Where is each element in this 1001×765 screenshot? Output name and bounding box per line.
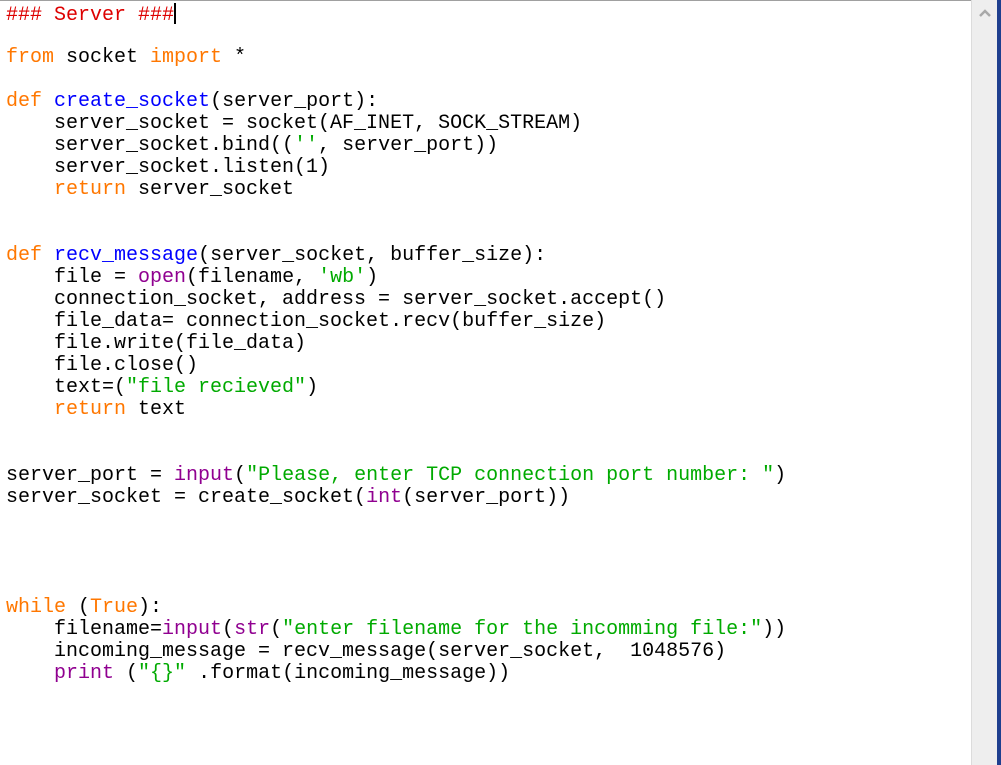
token-keyword: while xyxy=(6,596,67,619)
code-line[interactable]: file = open(filename, 'wb') xyxy=(6,267,786,289)
token-text: server_socket = socket(AF_INET, SOCK_STR… xyxy=(6,112,583,135)
token-text: incoming_message = recv_message(server_s… xyxy=(6,640,727,663)
code-line[interactable]: ### Server ### xyxy=(6,3,786,27)
code-line[interactable]: file.close() xyxy=(6,355,786,377)
token-text: (server_socket, buffer_size): xyxy=(198,244,547,267)
token-defname: recv_message xyxy=(54,244,199,267)
code-line[interactable]: server_socket.listen(1) xyxy=(6,157,786,179)
token-string: "{}" xyxy=(138,662,187,685)
code-line[interactable]: file_data= connection_socket.recv(buffer… xyxy=(6,311,786,333)
token-text: (server_port)) xyxy=(402,486,571,509)
token-text: file.close() xyxy=(6,354,199,377)
token-builtin: int xyxy=(366,486,403,509)
code-line[interactable]: text=("file recieved") xyxy=(6,377,786,399)
token-text: * xyxy=(222,46,247,69)
chevron-up-icon xyxy=(978,9,991,17)
token-text: connection_socket, address = server_sock… xyxy=(6,288,667,311)
code-line[interactable] xyxy=(6,531,786,553)
code-line[interactable]: from socket import * xyxy=(6,47,786,69)
token-text: ( xyxy=(234,464,247,487)
code-line[interactable]: return text xyxy=(6,399,786,421)
token-keyword: def xyxy=(6,244,43,267)
code-line[interactable]: while (True): xyxy=(6,597,786,619)
code-line[interactable]: server_socket = socket(AF_INET, SOCK_STR… xyxy=(6,113,786,135)
code-line[interactable]: connection_socket, address = server_sock… xyxy=(6,289,786,311)
token-text: socket xyxy=(54,46,151,69)
code-line[interactable] xyxy=(6,509,786,531)
token-text: filename= xyxy=(6,618,163,641)
token-text: file.write(file_data) xyxy=(6,332,307,355)
token-keyword: return xyxy=(54,178,127,201)
token-string: 'wb' xyxy=(318,266,367,289)
token-text: ( xyxy=(222,618,235,641)
code-line[interactable]: filename=input(str("enter filename for t… xyxy=(6,619,786,641)
token-text: .format(incoming_message)) xyxy=(186,662,511,685)
code-line[interactable] xyxy=(6,223,786,245)
code-line[interactable] xyxy=(6,443,786,465)
token-string: "file recieved" xyxy=(126,376,307,399)
code-line[interactable] xyxy=(6,575,786,597)
token-defname: create_socket xyxy=(54,90,211,113)
vertical-scrollbar[interactable] xyxy=(971,0,997,765)
code-line[interactable]: server_socket.bind(('', server_port)) xyxy=(6,135,786,157)
code-line[interactable]: file.write(file_data) xyxy=(6,333,786,355)
code-line[interactable]: incoming_message = recv_message(server_s… xyxy=(6,641,786,663)
token-keyword: True xyxy=(90,596,139,619)
token-text: text xyxy=(126,398,187,421)
code-line[interactable]: server_port = input("Please, enter TCP c… xyxy=(6,465,786,487)
token-text: ) xyxy=(366,266,379,289)
window-edge xyxy=(997,0,1001,765)
code-line[interactable] xyxy=(6,69,786,91)
token-text: ): xyxy=(138,596,163,619)
token-text: ) xyxy=(306,376,319,399)
token-keyword: import xyxy=(150,46,223,69)
token-text: server_socket.listen(1) xyxy=(6,156,331,179)
code-line[interactable] xyxy=(6,201,786,223)
code-line[interactable]: def create_socket(server_port): xyxy=(6,91,786,113)
code-line[interactable]: server_socket = create_socket(int(server… xyxy=(6,487,786,509)
code-text-area[interactable]: ### Server ### from socket import * def … xyxy=(6,3,786,685)
token-string: '' xyxy=(294,134,319,157)
scroll-up-arrow-icon[interactable] xyxy=(972,0,997,26)
code-line[interactable] xyxy=(6,421,786,443)
code-editor[interactable]: ### Server ### from socket import * def … xyxy=(0,0,971,765)
code-line[interactable]: return server_socket xyxy=(6,179,786,201)
token-builtin: print xyxy=(54,662,115,685)
token-text: server_socket = create_socket( xyxy=(6,486,367,509)
token-string: "Please, enter TCP connection port numbe… xyxy=(246,464,775,487)
token-text: (server_port): xyxy=(210,90,379,113)
token-text: file_data= connection_socket.recv(buffer… xyxy=(6,310,607,333)
token-text: server_port = xyxy=(6,464,175,487)
token-keyword: def xyxy=(6,90,43,113)
code-line[interactable]: print ("{}" .format(incoming_message)) xyxy=(6,663,786,685)
token-text: )) xyxy=(762,618,787,641)
token-text: server_socket.bind(( xyxy=(6,134,295,157)
token-text: , server_port)) xyxy=(318,134,499,157)
token-string: "enter filename for the incomming file:" xyxy=(282,618,763,641)
token-keyword: from xyxy=(6,46,55,69)
token-text: ) xyxy=(774,464,787,487)
token-text: ( xyxy=(270,618,283,641)
token-text: (filename, xyxy=(186,266,319,289)
token-builtin: input xyxy=(174,464,235,487)
token-text: server_socket xyxy=(126,178,295,201)
token-text: file = xyxy=(6,266,139,289)
token-text: ( xyxy=(114,662,139,685)
token-text: text=( xyxy=(6,376,127,399)
code-line[interactable]: def recv_message(server_socket, buffer_s… xyxy=(6,245,786,267)
text-cursor xyxy=(174,3,177,24)
token-keyword: return xyxy=(54,398,127,421)
code-line[interactable] xyxy=(6,25,786,47)
token-builtin: open xyxy=(138,266,187,289)
token-comment: ### Server ### xyxy=(6,4,175,27)
code-line[interactable] xyxy=(6,553,786,575)
token-builtin: str xyxy=(234,618,271,641)
token-builtin: input xyxy=(162,618,223,641)
token-text: ( xyxy=(66,596,91,619)
